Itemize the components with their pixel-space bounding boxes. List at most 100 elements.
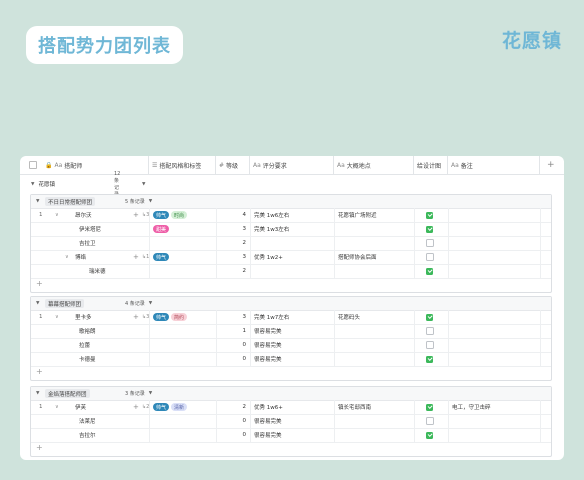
place-value[interactable]: 搭配师协会后面 — [338, 250, 377, 264]
col-header-label: 搭配师 — [64, 162, 83, 170]
style-tags[interactable]: 帅气 时尚 — [153, 208, 189, 222]
text-field-icon: Aa — [253, 161, 261, 169]
score-requirement[interactable]: 完美 1w6左右 — [254, 208, 289, 222]
table-row[interactable]: 卡德曼 0 很容易完美 — [31, 352, 551, 367]
add-row-button[interactable]: + — [31, 279, 551, 291]
design-checkbox[interactable] — [426, 338, 434, 352]
level-value[interactable]: 3 — [220, 222, 247, 236]
group-header[interactable]: ▼ 不日日常搭配师团 5 条记录 ▼ — [31, 195, 551, 209]
table-row[interactable]: 1 ∨ 里卡多 + ↳ 3 帅气 简约 3 完美 1w7左右 花愿码头 — [31, 310, 551, 325]
level-value[interactable]: 0 — [220, 338, 247, 352]
level-value[interactable]: 3 — [220, 250, 247, 264]
subrecord-count[interactable]: + ↳ 1 — [133, 250, 149, 264]
select-all-checkbox[interactable] — [29, 156, 37, 174]
table-row[interactable]: 吉拉卫 2 — [31, 236, 551, 251]
score-requirement[interactable]: 很容易完美 — [254, 414, 282, 428]
design-checkbox[interactable] — [426, 310, 433, 324]
score-requirement[interactable]: 完美 1w3左右 — [254, 222, 289, 236]
group-count: 3 条记录 ▼ — [125, 387, 152, 400]
level-value[interactable]: 1 — [220, 324, 247, 338]
lock-icon: 🔒 — [45, 161, 53, 169]
style-tag: 帅气 — [153, 253, 170, 261]
col-header-style[interactable]: ☰ 搭配风格和标签 — [152, 156, 201, 174]
design-checkbox[interactable] — [426, 250, 434, 264]
chevron-down-icon[interactable]: ∨ — [65, 250, 69, 264]
table-row[interactable]: ∨ 博络 + ↳ 1 帅气 3 优秀 1w2+ 搭配师协会后面 — [31, 250, 551, 265]
level-value[interactable]: 2 — [220, 236, 247, 250]
stylist-name: 伊芙 — [75, 405, 87, 411]
design-checkbox[interactable] — [426, 208, 433, 222]
level-value[interactable]: 4 — [220, 208, 247, 222]
style-tags[interactable]: 帅气 清新 — [153, 400, 189, 414]
chevron-down-icon[interactable]: ∨ — [55, 310, 59, 324]
level-value[interactable]: 3 — [220, 310, 247, 324]
level-value[interactable]: 0 — [220, 428, 247, 442]
stylist-name: 博络 — [75, 255, 87, 261]
add-icon[interactable]: + — [133, 211, 139, 219]
add-column-button[interactable]: + — [547, 156, 555, 174]
level-value[interactable]: 0 — [220, 352, 247, 366]
add-row-button[interactable]: + — [31, 367, 551, 379]
col-header-level[interactable]: # 等级 — [219, 156, 238, 174]
col-header-score[interactable]: Aa 评分要求 — [253, 156, 287, 174]
subrecord-count[interactable]: + ↳ 3 — [133, 208, 149, 222]
text-field-icon: Aa — [54, 161, 63, 169]
table-row[interactable]: 法莱尼 0 很容易完美 — [31, 414, 551, 429]
group-header[interactable]: ▼ 幕幕搭配师团 4 条记录 ▼ — [31, 297, 551, 311]
group-count-text: 5 条记录 — [125, 199, 145, 205]
level-value[interactable]: 2 — [220, 400, 247, 414]
table-row[interactable]: 1 ∨ 昂尔沃 + ↳ 3 帅气 时尚 4 完美 1w6左右 花愿镇广场附近 — [31, 208, 551, 223]
design-checkbox[interactable] — [426, 264, 433, 278]
add-icon[interactable]: + — [133, 313, 139, 321]
design-checkbox[interactable] — [426, 428, 433, 442]
subrecord-count[interactable]: + ↳ 3 — [133, 310, 149, 324]
table-row[interactable]: 拉蕾 0 很容易完美 — [31, 338, 551, 353]
place-value[interactable]: 花愿镇广场附近 — [338, 208, 377, 222]
group-count: 5 条记录 ▼ — [125, 195, 152, 208]
col-header-place[interactable]: Aa 大概地点 — [337, 156, 371, 174]
score-requirement[interactable]: 很容易完美 — [254, 352, 282, 366]
top-group-header[interactable]: ▼ 花愿镇 12 条记录 ▼ — [20, 171, 145, 198]
design-checkbox[interactable] — [426, 222, 433, 236]
design-checkbox[interactable] — [426, 324, 434, 338]
score-requirement[interactable]: 很容易完美 — [254, 338, 282, 352]
design-checkbox[interactable] — [426, 414, 434, 428]
table-row[interactable]: 伊米塔尼 甜美 3 完美 1w3左右 — [31, 222, 551, 237]
note-value[interactable]: 电工，守卫击碎 — [452, 400, 491, 414]
add-icon[interactable]: + — [133, 403, 139, 411]
score-requirement[interactable]: 优秀 1w6+ — [254, 400, 283, 414]
level-value[interactable]: 2 — [220, 264, 247, 278]
col-header-note[interactable]: Aa 备注 — [451, 156, 473, 174]
place-value[interactable]: 镇长宅邸西南 — [338, 400, 371, 414]
design-checkbox[interactable] — [426, 236, 434, 250]
score-requirement[interactable]: 完美 1w7左右 — [254, 310, 289, 324]
top-group-name: 花愿镇 — [38, 182, 55, 188]
collapse-icon: ▼ — [31, 181, 35, 187]
table-row[interactable]: 瑞米德 2 — [31, 264, 551, 279]
style-tags[interactable]: 甜美 — [153, 222, 171, 236]
add-row-button[interactable]: + — [31, 443, 551, 455]
add-icon[interactable]: + — [133, 253, 139, 261]
design-checkbox[interactable] — [426, 400, 433, 414]
stylist-name: 歌裕朗 — [79, 329, 96, 335]
score-requirement[interactable]: 很容易完美 — [254, 428, 282, 442]
score-requirement[interactable]: 很容易完美 — [254, 324, 282, 338]
style-tags[interactable]: 帅气 简约 — [153, 310, 189, 324]
checkbox-icon — [426, 431, 433, 439]
level-value[interactable]: 0 — [220, 414, 247, 428]
score-requirement[interactable]: 优秀 1w2+ — [254, 250, 283, 264]
table-row[interactable]: 吉拉尔 0 很容易完美 — [31, 428, 551, 443]
table-row[interactable]: 歌裕朗 1 很容易完美 — [31, 324, 551, 339]
subrecord-count[interactable]: + ↳ 2 — [133, 400, 149, 414]
col-header-design[interactable]: 给设计图 — [417, 156, 441, 174]
col-header-stylist[interactable]: 🔒 Aa 搭配师 — [45, 156, 82, 174]
dropdown-icon[interactable]: ▼ — [142, 182, 145, 187]
style-tags[interactable]: 帅气 — [153, 250, 171, 264]
chevron-down-icon[interactable]: ∨ — [55, 208, 59, 222]
group-header[interactable]: ▼ 金焰落搭配师团 3 条记录 ▼ — [31, 387, 551, 401]
table-row[interactable]: 1 ∨ 伊芙 + ↳ 2 帅气 清新 2 优秀 1w6+ 镇长宅邸西南 电工，守卫击碎 — [31, 400, 551, 415]
design-checkbox[interactable] — [426, 352, 433, 366]
place-value[interactable]: 花愿码头 — [338, 310, 360, 324]
row-index: 1 — [39, 404, 43, 410]
chevron-down-icon[interactable]: ∨ — [55, 400, 59, 414]
